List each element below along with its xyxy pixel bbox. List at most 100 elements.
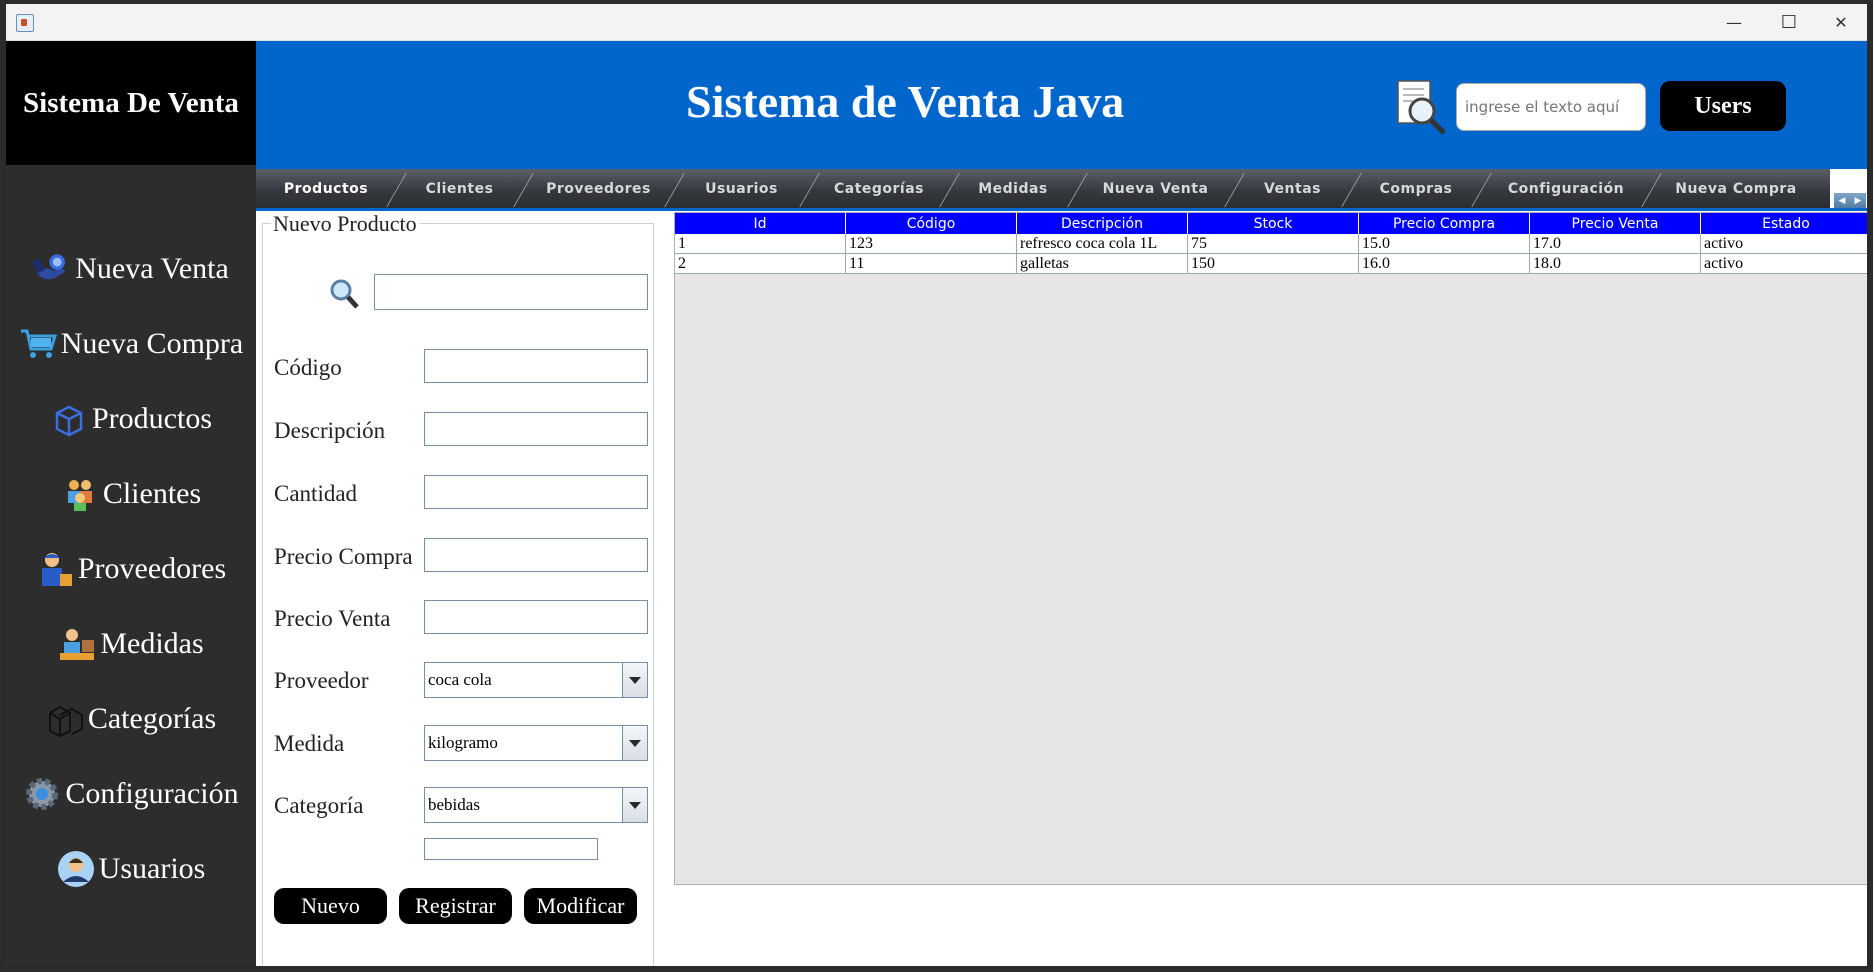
tab-medidas[interactable]: Medidas [949, 169, 1077, 209]
tab-nueva-compra[interactable]: Nueva Compra [1651, 169, 1821, 209]
table-row[interactable]: 1 123 refresco coca cola 1L 75 15.0 17.0… [675, 234, 1867, 254]
form-legend: Nuevo Producto [271, 211, 419, 237]
box-icon [50, 400, 88, 438]
sidebar-item-label: Nueva Venta [75, 252, 229, 285]
codigo-field[interactable] [424, 349, 648, 383]
tab-scroll-right-icon[interactable]: ▶ [1850, 193, 1866, 209]
tab-compras[interactable]: Compras [1351, 169, 1481, 209]
categoria-label: Categoría [274, 793, 364, 818]
table-header: Id Código Descripción Stock Precio Compr… [675, 213, 1867, 234]
column-header-id[interactable]: Id [675, 213, 846, 234]
table-cell: 18.0 [1530, 254, 1701, 274]
categoria-value: bebidas [428, 795, 480, 814]
magnifier-icon [329, 278, 359, 315]
cantidad-label: Cantidad [274, 481, 358, 506]
hidden-id-field[interactable] [424, 838, 598, 860]
chevron-down-icon[interactable] [622, 788, 647, 822]
sidebar-item-categorias[interactable]: Categorías [6, 691, 256, 747]
clients-icon [61, 475, 99, 513]
table-cell: 150 [1188, 254, 1359, 274]
table-cell: 17.0 [1530, 234, 1701, 254]
document-search-icon[interactable] [1394, 79, 1450, 137]
minimize-button[interactable]: — [1705, 4, 1763, 40]
column-header-descripcion[interactable]: Descripción [1017, 213, 1188, 234]
sidebar-item-configuracion[interactable]: Configuración [6, 766, 256, 822]
column-header-stock[interactable]: Stock [1188, 213, 1359, 234]
users-button[interactable]: Users [1660, 81, 1786, 131]
column-header-precio-venta[interactable]: Precio Venta [1530, 213, 1701, 234]
tab-configuracion[interactable]: Configuración [1481, 169, 1651, 209]
tab-clientes[interactable]: Clientes [396, 169, 523, 209]
brand-title: Sistema De Venta [6, 41, 256, 165]
title-bar: — ☐ ✕ [6, 4, 1867, 41]
proveedor-label: Proveedor [274, 668, 369, 693]
sidebar: Sistema De Venta Nueva Venta Nueva Compr… [6, 41, 256, 966]
column-header-estado[interactable]: Estado [1701, 213, 1867, 234]
products-table: Id Código Descripción Stock Precio Compr… [674, 212, 1867, 885]
tab-bar: Productos Clientes Proveedores Usuarios … [256, 169, 1867, 209]
table-cell: 2 [675, 254, 846, 274]
sidebar-item-productos[interactable]: Productos [6, 391, 256, 447]
tab-nueva-venta[interactable]: Nueva Venta [1077, 169, 1234, 209]
maximize-button[interactable]: ☐ [1760, 4, 1818, 40]
descripcion-field[interactable] [424, 412, 648, 446]
registrar-button[interactable]: Registrar [399, 888, 512, 924]
close-button[interactable]: ✕ [1812, 4, 1867, 40]
sidebar-item-label: Productos [92, 402, 212, 435]
table-cell: 16.0 [1359, 254, 1530, 274]
sidebar-item-label: Usuarios [98, 852, 206, 885]
app-window: — ☐ ✕ Sistema De Venta Nueva Venta Nueva… [6, 4, 1867, 966]
nuevo-button[interactable]: Nuevo [274, 888, 387, 924]
java-app-icon [16, 14, 34, 32]
sidebar-item-label: Configuración [65, 777, 239, 810]
tab-usuarios[interactable]: Usuarios [674, 169, 809, 209]
sidebar-item-proveedores[interactable]: Proveedores [6, 541, 256, 597]
tab-scroll-left-icon[interactable]: ◀ [1834, 193, 1850, 209]
descripcion-label: Descripción [274, 418, 386, 443]
delivery-person-icon [36, 550, 74, 588]
user-icon [57, 850, 95, 888]
tab-ventas[interactable]: Ventas [1234, 169, 1351, 209]
table-cell: 1 [675, 234, 846, 254]
sidebar-item-label: Nueva Compra [60, 327, 244, 360]
sidebar-item-nueva-compra[interactable]: Nueva Compra [6, 316, 256, 372]
precio-venta-label: Precio Venta [274, 606, 391, 631]
tab-categorias[interactable]: Categorías [809, 169, 949, 209]
precio-compra-field[interactable] [424, 538, 648, 572]
product-form-panel: Nuevo Producto Código Descripción Cantid… [256, 211, 656, 966]
categoria-select[interactable]: bebidas [424, 787, 648, 823]
tab-proveedores[interactable]: Proveedores [523, 169, 674, 209]
sidebar-item-label: Clientes [102, 477, 202, 510]
chevron-down-icon[interactable] [622, 663, 647, 697]
gear-icon [23, 775, 61, 813]
sidebar-item-nueva-venta[interactable]: Nueva Venta [6, 241, 256, 297]
sidebar-item-medidas[interactable]: Medidas [6, 616, 256, 672]
search-input[interactable] [1456, 83, 1646, 131]
cantidad-field[interactable] [424, 475, 648, 509]
sidebar-item-clientes[interactable]: Clientes [6, 466, 256, 522]
page-title: Sistema de Venta Java [686, 76, 1125, 127]
sidebar-item-usuarios[interactable]: Usuarios [6, 841, 256, 897]
table-row[interactable]: 2 11 galletas 150 16.0 18.0 activo [675, 254, 1867, 274]
tab-productos[interactable]: Productos [256, 169, 396, 209]
table-cell: 15.0 [1359, 234, 1530, 254]
table-cell: activo [1701, 234, 1867, 254]
proveedor-select[interactable]: coca cola [424, 662, 648, 698]
precio-venta-field[interactable] [424, 600, 648, 634]
hand-coin-icon [33, 250, 71, 288]
boxes-icon [46, 700, 84, 738]
table-cell: 11 [846, 254, 1017, 274]
table-cell: 75 [1188, 234, 1359, 254]
tab-scroll-arrows: ◀ ▶ [1834, 193, 1866, 209]
cart-icon [19, 325, 57, 363]
product-search-field[interactable] [374, 274, 648, 310]
column-header-codigo[interactable]: Código [846, 213, 1017, 234]
table-cell: refresco coca cola 1L [1017, 234, 1188, 254]
modificar-button[interactable]: Modificar [524, 888, 637, 924]
table-cell: 123 [846, 234, 1017, 254]
column-header-precio-compra[interactable]: Precio Compra [1359, 213, 1530, 234]
sidebar-item-label: Medidas [100, 627, 204, 660]
chevron-down-icon[interactable] [622, 726, 647, 760]
medida-select[interactable]: kilogramo [424, 725, 648, 761]
precio-compra-label: Precio Compra [274, 544, 413, 569]
